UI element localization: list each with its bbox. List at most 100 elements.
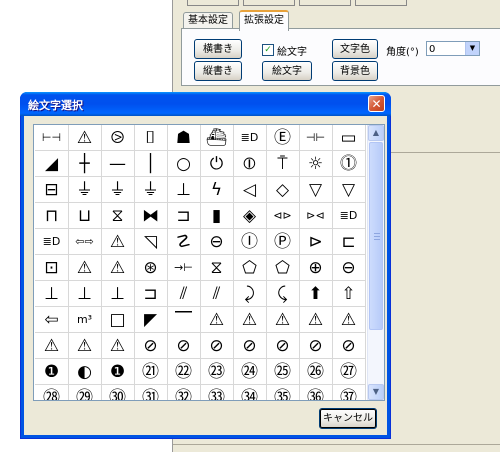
symbol-cell[interactable]: ⏚ [101, 177, 135, 203]
symbol-cell[interactable]: ㊲ [332, 385, 366, 400]
symbol-cell[interactable]: ⚠ [200, 307, 234, 333]
symbol-cell[interactable]: ⊘ [299, 333, 333, 359]
horizontal-writing-button[interactable]: 横書き [194, 39, 242, 59]
symbol-cell[interactable]: ☗ [167, 125, 201, 151]
vertical-writing-button[interactable]: 縦書き [194, 61, 242, 81]
symbol-cell[interactable]: ⤹ [266, 281, 300, 307]
symbol-cell[interactable]: ❶ [101, 359, 135, 385]
tab-basic-settings[interactable]: 基本設定 [183, 12, 233, 29]
toolbar-button-3[interactable] [299, 0, 351, 6]
symbol-cell[interactable]: ⤸ [233, 281, 267, 307]
symbol-cell[interactable]: ⊣⊢ [299, 125, 333, 151]
symbol-cell[interactable]: ⊥ [101, 281, 135, 307]
symbol-cell[interactable]: ⚠ [101, 229, 135, 255]
symbol-cell[interactable]: ⊟ [35, 177, 69, 203]
symbol-cell[interactable]: ㉝ [200, 385, 234, 400]
symbol-cell[interactable]: ⧓ [134, 203, 168, 229]
symbol-cell[interactable]: ⍑ [266, 151, 300, 177]
text-color-button[interactable]: 文字色 [332, 39, 378, 59]
symbol-cell[interactable]: ⚠ [101, 255, 135, 281]
tab-extended-settings[interactable]: 拡張設定 [239, 10, 289, 31]
symbol-cell[interactable]: ◇ [266, 177, 300, 203]
background-color-button[interactable]: 背景色 [332, 61, 378, 81]
symbol-cell[interactable]: ┼ [68, 151, 102, 177]
symbol-cell[interactable]: ☼ [299, 151, 333, 177]
symbol-cell[interactable]: ⊘ [233, 333, 267, 359]
symbol-cell[interactable]: ⏚ [134, 177, 168, 203]
symbol-cell[interactable]: m³ [68, 307, 102, 333]
symbol-cell[interactable]: ≣D [233, 125, 267, 151]
emoji-button[interactable]: 絵文字 [262, 61, 312, 81]
symbol-cell[interactable]: ⚠ [266, 307, 300, 333]
symbol-cell[interactable]: ⇦ [35, 307, 69, 333]
symbol-cell[interactable]: ⊓ [35, 203, 69, 229]
symbol-cell[interactable]: │ [134, 151, 168, 177]
symbol-cell[interactable]: ☡ [167, 229, 201, 255]
symbol-cell[interactable]: Ⓔ [266, 125, 300, 151]
symbol-cell[interactable]: ㉓ [200, 359, 234, 385]
symbol-cell[interactable]: ◹ [134, 229, 168, 255]
symbol-cell[interactable]: ϟ [200, 177, 234, 203]
symbol-cell[interactable]: ⫽ [167, 281, 201, 307]
symbol-cell[interactable]: ⚠ [101, 333, 135, 359]
symbol-cell[interactable]: ◁ [233, 177, 267, 203]
symbol-cell[interactable]: Ⓟ [266, 229, 300, 255]
symbol-cell[interactable]: ⊘ [332, 333, 366, 359]
symbol-cell[interactable]: ㉚ [101, 385, 135, 400]
toolbar-button-4[interactable] [355, 0, 407, 6]
vertical-scrollbar[interactable]: ▲ ▼ [367, 125, 384, 400]
symbol-cell[interactable]: ㉔ [233, 359, 267, 385]
symbol-cell[interactable]: ⊛ [134, 255, 168, 281]
symbol-cell[interactable]: ⊳⊲ [299, 203, 333, 229]
symbol-cell[interactable]: ⚠ [68, 125, 102, 151]
symbol-cell[interactable]: □ [101, 307, 135, 333]
symbol-cell[interactable]: ⚠ [68, 255, 102, 281]
symbol-cell[interactable]: ⊘ [134, 333, 168, 359]
symbol-cell[interactable]: ⏻ [200, 151, 234, 177]
symbol-cell[interactable]: ⚠ [233, 307, 267, 333]
symbol-cell[interactable]: ❶ [35, 359, 69, 385]
symbol-cell[interactable]: ㉟ [266, 385, 300, 400]
symbol-cell[interactable]: ㉗ [332, 359, 366, 385]
toolbar-button-1[interactable] [187, 0, 239, 6]
symbol-cell[interactable]: ⚠ [35, 333, 69, 359]
symbol-cell[interactable]: ⊐ [167, 203, 201, 229]
scroll-down-icon[interactable]: ▼ [368, 384, 384, 400]
symbol-cell[interactable]: ⧁ [101, 125, 135, 151]
symbol-cell[interactable]: ⧖ [200, 255, 234, 281]
close-icon[interactable]: ✕ [368, 95, 385, 112]
symbol-cell[interactable]: ⎺ [167, 307, 201, 333]
symbol-cell[interactable]: ▽ [299, 177, 333, 203]
symbol-cell[interactable]: ⊖ [332, 255, 366, 281]
symbol-cell[interactable]: ⊥ [35, 281, 69, 307]
scroll-up-icon[interactable]: ▲ [368, 125, 384, 141]
symbol-cell[interactable]: ▽ [332, 177, 366, 203]
symbol-cell[interactable]: ◐ [68, 359, 102, 385]
symbol-cell[interactable]: ⊕ [299, 255, 333, 281]
symbol-cell[interactable]: ⧖ [101, 203, 135, 229]
symbol-cell[interactable]: ⊲⊳ [266, 203, 300, 229]
symbol-cell[interactable]: ○ [167, 151, 201, 177]
symbol-cell[interactable]: ⬠ [233, 255, 267, 281]
symbol-cell[interactable]: ⦶ [233, 151, 267, 177]
symbol-cell[interactable]: ⊖ [200, 229, 234, 255]
symbol-cell[interactable]: ⛴ [200, 125, 234, 151]
symbol-cell[interactable]: ⊡ [35, 255, 69, 281]
cancel-button[interactable]: キャンセル [319, 408, 377, 429]
dialog-titlebar[interactable]: 絵文字選択 ✕ [20, 92, 391, 116]
symbol-cell[interactable]: ▮ [200, 203, 234, 229]
symbol-cell[interactable]: ⌷ [134, 125, 168, 151]
symbol-cell[interactable]: ㉒ [167, 359, 201, 385]
symbol-cell[interactable]: ⚠ [332, 307, 366, 333]
symbol-cell[interactable]: ◈ [233, 203, 267, 229]
symbol-cell[interactable]: ㉞ [233, 385, 267, 400]
symbol-cell[interactable]: ⇧ [332, 281, 366, 307]
symbol-cell[interactable]: ⓵ [332, 151, 366, 177]
symbol-cell[interactable]: ㉛ [134, 385, 168, 400]
symbol-cell[interactable]: ㉘ [35, 385, 69, 400]
symbol-cell[interactable]: ◢ [35, 151, 69, 177]
angle-select[interactable]: 0 ▼ [426, 41, 480, 56]
symbol-cell[interactable]: →⊢ [167, 255, 201, 281]
symbol-cell[interactable]: ▭ [332, 125, 366, 151]
symbol-cell[interactable]: ⊏ [332, 229, 366, 255]
